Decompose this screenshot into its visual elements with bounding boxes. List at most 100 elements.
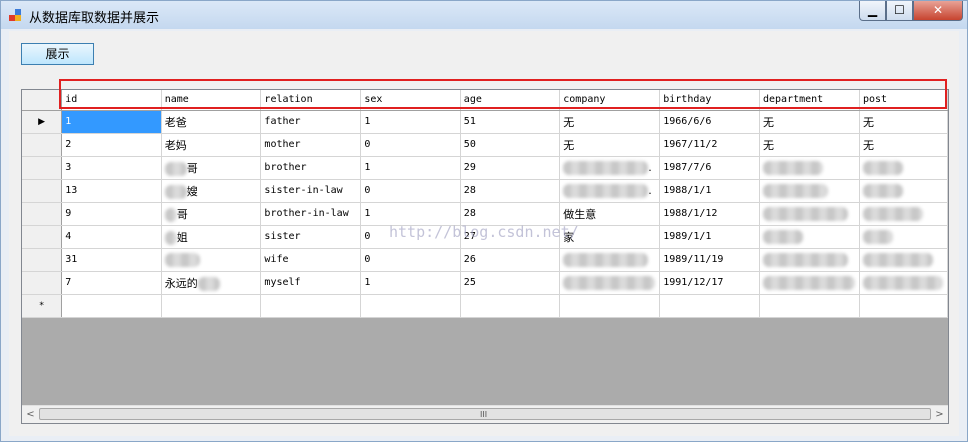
cell-name[interactable]	[161, 294, 262, 318]
cell-department[interactable]	[759, 225, 860, 249]
cell-birthday[interactable]: 1967/11/2	[659, 133, 760, 157]
cell-age[interactable]: 25	[460, 271, 561, 295]
new-row[interactable]: *	[22, 294, 948, 318]
cell-id[interactable]: 4	[61, 225, 162, 249]
cell-birthday[interactable]: 1989/11/19	[659, 248, 760, 272]
cell-birthday[interactable]: 1966/6/6	[659, 110, 760, 134]
cell-name[interactable]: 老爸	[161, 110, 262, 134]
column-header-sex[interactable]: sex	[360, 90, 461, 111]
maximize-button[interactable]: ☐	[886, 1, 913, 21]
new-row-indicator-icon[interactable]: *	[22, 294, 63, 318]
column-header-id[interactable]: id	[61, 90, 162, 111]
cell-department[interactable]	[759, 202, 860, 226]
cell-id[interactable]: 3	[61, 156, 162, 180]
cell-post[interactable]	[859, 248, 948, 272]
table-row[interactable]: 13 嫂 sister-in-law 0 28 . 1988/1/1	[22, 179, 948, 203]
cell-sex[interactable]: 0	[360, 133, 461, 157]
cell-post[interactable]: 无	[859, 133, 948, 157]
column-header-company[interactable]: company	[559, 90, 661, 111]
cell-department[interactable]	[759, 179, 860, 203]
cell-relation[interactable]: sister-in-law	[260, 179, 362, 203]
cell-company[interactable]	[559, 271, 661, 295]
cell-post[interactable]: 无	[859, 110, 948, 134]
column-header-age[interactable]: age	[460, 90, 561, 111]
cell-age[interactable]: 27	[460, 225, 561, 249]
cell-birthday[interactable]: 1988/1/12	[659, 202, 760, 226]
cell-post[interactable]	[859, 294, 948, 318]
minimize-button[interactable]: ▁	[859, 1, 886, 21]
cell-id[interactable]: 2	[61, 133, 162, 157]
column-header-name[interactable]: name	[161, 90, 262, 111]
cell-birthday[interactable]: 1991/12/17	[659, 271, 760, 295]
cell-name[interactable]: 哥	[161, 156, 262, 180]
row-header[interactable]	[22, 133, 63, 157]
table-row[interactable]: 3 哥 brother 1 29 . 1987/7/6	[22, 156, 948, 180]
cell-age[interactable]: 50	[460, 133, 561, 157]
title-bar[interactable]: 从数据库取数据并展示 ▁ ☐ ✕	[1, 1, 967, 29]
cell-company[interactable]: 做生意	[559, 202, 661, 226]
scroll-left-arrow-icon[interactable]: <	[22, 406, 39, 423]
column-header-birthday[interactable]: birthday	[659, 90, 760, 111]
close-button[interactable]: ✕	[913, 1, 963, 21]
cell-department[interactable]	[759, 294, 860, 318]
cell-relation[interactable]: brother-in-law	[260, 202, 362, 226]
scroll-thumb[interactable]: III	[39, 408, 931, 420]
cell-sex[interactable]	[360, 294, 461, 318]
cell-id[interactable]: 1	[61, 110, 162, 134]
row-header[interactable]	[22, 156, 63, 180]
cell-department[interactable]	[759, 156, 860, 180]
cell-sex[interactable]: 1	[360, 202, 461, 226]
scroll-right-arrow-icon[interactable]: >	[931, 406, 948, 423]
cell-relation[interactable]: father	[260, 110, 362, 134]
cell-birthday[interactable]: 1988/1/1	[659, 179, 760, 203]
cell-age[interactable]: 51	[460, 110, 561, 134]
cell-company[interactable]: 无	[559, 133, 661, 157]
cell-name[interactable]: 永远的	[161, 271, 262, 295]
table-row[interactable]: 9 哥 brother-in-law 1 28 做生意 1988/1/12	[22, 202, 948, 226]
cell-sex[interactable]: 1	[360, 156, 461, 180]
cell-post[interactable]	[859, 179, 948, 203]
cell-age[interactable]: 28	[460, 179, 561, 203]
cell-id[interactable]	[61, 294, 162, 318]
cell-company[interactable]	[559, 294, 661, 318]
cell-name[interactable]: 哥	[161, 202, 262, 226]
cell-sex[interactable]: 0	[360, 179, 461, 203]
cell-age[interactable]: 28	[460, 202, 561, 226]
cell-post[interactable]	[859, 202, 948, 226]
cell-sex[interactable]: 0	[360, 248, 461, 272]
cell-name[interactable]	[161, 248, 262, 272]
cell-department[interactable]	[759, 248, 860, 272]
column-header-department[interactable]: department	[759, 90, 860, 111]
row-header[interactable]	[22, 225, 63, 249]
show-button[interactable]: 展示	[21, 43, 94, 65]
cell-post[interactable]	[859, 156, 948, 180]
table-row[interactable]: 2 老妈 mother 0 50 无 1967/11/2 无 无	[22, 133, 948, 157]
cell-id[interactable]: 7	[61, 271, 162, 295]
table-row[interactable]: 7 永远的 myself 1 25 1991/12/17	[22, 271, 948, 295]
column-header-relation[interactable]: relation	[260, 90, 362, 111]
cell-relation[interactable]: myself	[260, 271, 362, 295]
cell-age[interactable]: 26	[460, 248, 561, 272]
cell-name[interactable]: 姐	[161, 225, 262, 249]
cell-company[interactable]: 家	[559, 225, 661, 249]
column-header-post[interactable]: post	[859, 90, 948, 111]
cell-company[interactable]: .	[559, 179, 661, 203]
current-row-indicator-icon[interactable]: ▶	[22, 110, 63, 134]
cell-name[interactable]: 老妈	[161, 133, 262, 157]
cell-relation[interactable]: brother	[260, 156, 362, 180]
data-grid-view[interactable]: id name relation sex age company birthda…	[21, 89, 949, 424]
cell-birthday[interactable]: 1989/1/1	[659, 225, 760, 249]
cell-age[interactable]	[460, 294, 561, 318]
cell-id[interactable]: 31	[61, 248, 162, 272]
cell-company[interactable]	[559, 248, 661, 272]
cell-relation[interactable]: mother	[260, 133, 362, 157]
row-header[interactable]	[22, 179, 63, 203]
cell-name[interactable]: 嫂	[161, 179, 262, 203]
cell-birthday[interactable]	[659, 294, 760, 318]
cell-relation[interactable]: sister	[260, 225, 362, 249]
cell-age[interactable]: 29	[460, 156, 561, 180]
table-row[interactable]: ▶ 1 老爸 father 1 51 无 1966/6/6 无 无	[22, 110, 948, 134]
cell-post[interactable]	[859, 225, 948, 249]
corner-header[interactable]	[22, 90, 63, 111]
row-header[interactable]	[22, 202, 63, 226]
